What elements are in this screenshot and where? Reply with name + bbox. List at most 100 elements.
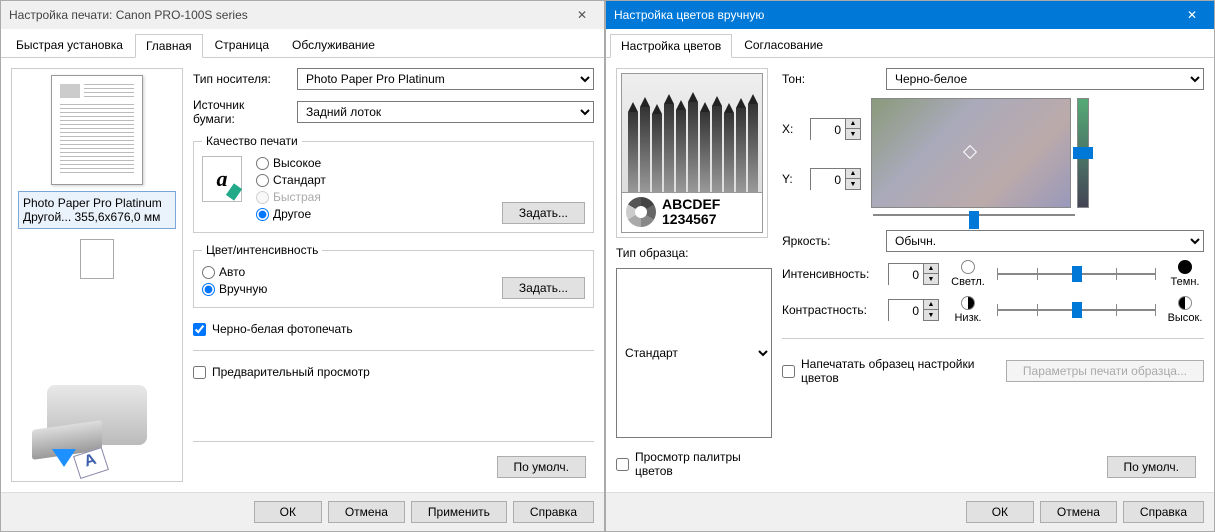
- contrast-down-icon[interactable]: ▼: [924, 310, 938, 320]
- tabs-left: Быстрая установка Главная Страница Обслу…: [1, 29, 604, 58]
- print-settings-window: Настройка печати: Canon PRO-100S series …: [0, 0, 605, 532]
- color-map[interactable]: [871, 98, 1071, 208]
- paper-source-label: Источник бумаги:: [193, 98, 289, 126]
- y-label: Y:: [782, 172, 802, 186]
- titlebar-right: Настройка цветов вручную ✕: [606, 1, 1214, 29]
- dark-icon: [1178, 260, 1192, 274]
- cancel-button-left[interactable]: Отмена: [328, 501, 405, 523]
- help-button-right[interactable]: Справка: [1123, 501, 1204, 523]
- tab-quick-setup[interactable]: Быстрая установка: [5, 33, 134, 57]
- y-up-icon[interactable]: ▲: [846, 169, 860, 179]
- preview-checkbox[interactable]: [193, 366, 206, 379]
- horizontal-tone-slider[interactable]: [873, 214, 1075, 216]
- quality-radio-other[interactable]: [256, 208, 269, 221]
- color-auto-row[interactable]: Авто: [202, 265, 502, 279]
- print-pattern-row[interactable]: Напечатать образец настройки цветов: [782, 357, 996, 385]
- quality-standard-row[interactable]: Стандарт: [256, 173, 488, 187]
- y-down-icon[interactable]: ▼: [846, 179, 860, 189]
- contrast-slider[interactable]: [997, 298, 1156, 322]
- preview-row[interactable]: Предварительный просмотр: [193, 365, 594, 379]
- settings-column: Тип носителя: Photo Paper Pro Platinum И…: [193, 68, 594, 482]
- window-title: Настройка печати: Canon PRO-100S series: [9, 8, 248, 22]
- defaults-button-right[interactable]: По умолч.: [1107, 456, 1196, 478]
- intensity-thumb[interactable]: [1072, 266, 1082, 282]
- intensity-spinner[interactable]: ▲▼: [888, 263, 939, 285]
- intensity-slider[interactable]: [997, 262, 1156, 286]
- separator: [193, 350, 594, 351]
- quality-fast-row: Быстрая: [256, 190, 488, 204]
- quality-set-button[interactable]: Задать...: [502, 202, 585, 224]
- color-radio-auto[interactable]: [202, 266, 215, 279]
- intensity-down-icon[interactable]: ▼: [924, 274, 938, 284]
- hslider-thumb[interactable]: [969, 211, 979, 229]
- intensity-label: Интенсивность:: [782, 267, 878, 281]
- sample-abc: ABCDEF: [662, 197, 720, 212]
- tone-select[interactable]: Черно-белое: [886, 68, 1204, 90]
- close-icon: ✕: [577, 8, 587, 22]
- color-legend: Цвет/интенсивность: [202, 243, 322, 257]
- sample-type-label: Тип образца:: [616, 246, 772, 260]
- bw-photo-row[interactable]: Черно-белая фотопечать: [193, 322, 594, 336]
- quality-fieldset: Качество печати a Высокое Стандарт Быстр…: [193, 134, 594, 233]
- printer-illustration: [32, 375, 162, 475]
- color-radio-manual[interactable]: [202, 283, 215, 296]
- media-type-label: Тип носителя:: [193, 72, 289, 86]
- intensity-up-icon[interactable]: ▲: [924, 264, 938, 274]
- tab-maintenance[interactable]: Обслуживание: [281, 33, 386, 57]
- palette-row[interactable]: Просмотр палитры цветов: [616, 450, 772, 478]
- sample-type-select[interactable]: Стандарт: [616, 268, 772, 438]
- separator2: [193, 441, 594, 442]
- bw-checkbox[interactable]: [193, 323, 206, 336]
- vertical-slider[interactable]: [1077, 98, 1089, 208]
- contrast-input[interactable]: [889, 300, 923, 322]
- low-contrast-icon: [961, 296, 975, 310]
- footer-right: ОК Отмена Справка: [606, 492, 1214, 531]
- paper-source-select[interactable]: Задний лоток: [297, 101, 594, 123]
- color-fieldset: Цвет/интенсивность Авто Вручную Задать..…: [193, 243, 594, 308]
- contrast-spinner[interactable]: ▲▼: [888, 299, 939, 321]
- x-input[interactable]: [811, 119, 845, 141]
- brightness-select[interactable]: Обычн.: [886, 230, 1204, 252]
- color-set-button[interactable]: Задать...: [502, 277, 585, 299]
- tab-main[interactable]: Главная: [135, 34, 203, 58]
- x-label: X:: [782, 122, 802, 136]
- pie-icon: [626, 197, 656, 227]
- tab-page[interactable]: Страница: [204, 33, 280, 57]
- quality-high-row[interactable]: Высокое: [256, 156, 488, 170]
- help-button-left[interactable]: Справка: [513, 501, 594, 523]
- x-up-icon[interactable]: ▲: [846, 119, 860, 129]
- quality-icon: a: [202, 156, 242, 202]
- high-contrast-icon: [1178, 296, 1192, 310]
- contrast-thumb[interactable]: [1072, 302, 1082, 318]
- contrast-up-icon[interactable]: ▲: [924, 300, 938, 310]
- x-down-icon[interactable]: ▼: [846, 129, 860, 139]
- tab-matching[interactable]: Согласование: [733, 33, 834, 57]
- quality-other-row[interactable]: Другое: [256, 207, 488, 221]
- y-input[interactable]: [811, 169, 845, 191]
- intensity-left-label: Светл.: [949, 276, 987, 288]
- quality-radio-standard[interactable]: [256, 174, 269, 187]
- y-spinner[interactable]: ▲▼: [810, 168, 861, 190]
- palette-checkbox[interactable]: [616, 458, 629, 471]
- ok-button-left[interactable]: ОК: [254, 501, 322, 523]
- tab-color-adjust[interactable]: Настройка цветов: [610, 34, 732, 58]
- x-spinner[interactable]: ▲▼: [810, 118, 861, 140]
- color-manual-row[interactable]: Вручную: [202, 282, 502, 296]
- print-pattern-checkbox[interactable]: [782, 365, 795, 378]
- intensity-input[interactable]: [889, 264, 923, 286]
- ok-button-right[interactable]: ОК: [966, 501, 1034, 523]
- close-button-left[interactable]: ✕: [560, 1, 604, 29]
- close-button-right[interactable]: ✕: [1170, 1, 1214, 29]
- sample-text-box: ABCDEF1234567: [621, 193, 763, 233]
- quality-radio-high[interactable]: [256, 157, 269, 170]
- paper-info: Photo Paper Pro Platinum Другой... 355,6…: [18, 191, 176, 229]
- media-type-select[interactable]: Photo Paper Pro Platinum: [297, 68, 594, 90]
- contrast-label: Контрастность:: [782, 303, 878, 317]
- manual-color-window: Настройка цветов вручную ✕ Настройка цве…: [605, 0, 1215, 532]
- defaults-button-left[interactable]: По умолч.: [497, 456, 586, 478]
- apply-button-left[interactable]: Применить: [411, 501, 507, 523]
- vslider-thumb[interactable]: [1073, 147, 1093, 159]
- paper-preview: [51, 75, 143, 185]
- sample-preview: ABCDEF1234567: [616, 68, 768, 238]
- cancel-button-right[interactable]: Отмена: [1040, 501, 1117, 523]
